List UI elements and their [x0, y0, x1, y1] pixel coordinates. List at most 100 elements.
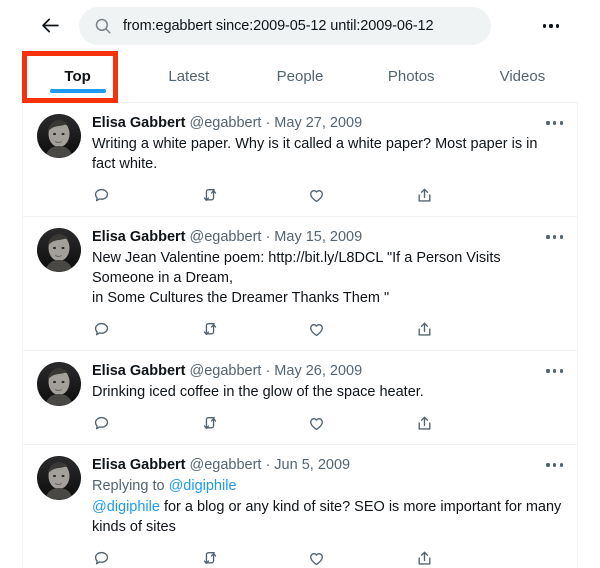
like-icon [310, 417, 323, 430]
tweet-date[interactable]: May 27, 2009 [274, 114, 362, 133]
retweet-icon [203, 551, 216, 564]
replying-to-mention[interactable]: @digiphile [169, 478, 237, 494]
tweet-item[interactable]: Elisa Gabbert @egabbert · May 15, 2009 N… [23, 217, 577, 351]
share-icon [418, 322, 430, 336]
tweet-more-options-button[interactable] [539, 113, 563, 133]
like-button[interactable] [307, 547, 415, 568]
retweet-button[interactable] [200, 547, 308, 568]
tweet-author-name[interactable]: Elisa Gabbert [92, 114, 185, 133]
replying-to-label: Replying to [92, 478, 169, 494]
share-button[interactable] [415, 412, 523, 434]
tweet-body: Elisa Gabbert @egabbert · May 27, 2009 W… [81, 114, 563, 216]
share-icon [418, 188, 430, 202]
share-button[interactable] [415, 184, 523, 206]
tweet-text: Writing a white paper. Why is it called … [92, 136, 542, 172]
like-button[interactable] [307, 318, 415, 340]
tweet-date[interactable]: May 26, 2009 [274, 362, 362, 381]
tweet-actions [92, 184, 522, 206]
tweet-text: Drinking iced coffee in the glow of the … [92, 384, 424, 400]
avatar[interactable] [37, 456, 81, 500]
tweet-actions [92, 318, 522, 340]
tweet-date[interactable]: Jun 5, 2009 [274, 456, 350, 475]
tab-people-label: People [276, 68, 324, 85]
share-button[interactable] [415, 547, 523, 568]
avatar[interactable] [37, 114, 81, 158]
twitter-search-results-page: from:egabbert since:2009-05-12 until:200… [0, 0, 600, 568]
tab-latest[interactable]: Latest [133, 51, 244, 102]
like-icon [310, 189, 323, 202]
tweet-author-name[interactable]: Elisa Gabbert [92, 456, 185, 475]
tab-videos[interactable]: Videos [467, 51, 578, 102]
tab-people[interactable]: People [244, 51, 355, 102]
tweet-text-body: for a blog or any kind of site? SEO is m… [92, 499, 566, 535]
reply-icon [94, 416, 109, 429]
reply-button[interactable] [92, 412, 200, 434]
tweet-header: Elisa Gabbert @egabbert · May 26, 2009 [92, 362, 563, 381]
like-button[interactable] [307, 184, 415, 206]
tweet-text: New Jean Valentine poem: http://bit.ly/L… [92, 250, 501, 306]
more-horizontal-icon [546, 463, 563, 467]
search-more-options-button[interactable] [536, 14, 566, 38]
more-horizontal-icon [546, 121, 563, 125]
tweet-more-options-button[interactable] [539, 361, 563, 381]
tweet-header: Elisa Gabbert @egabbert · Jun 5, 2009 [92, 456, 563, 475]
replying-to-line: Replying to @digiphile [92, 476, 563, 496]
tweet-header: Elisa Gabbert @egabbert · May 15, 2009 [92, 228, 563, 247]
tweet-actions [92, 547, 522, 568]
tweet-more-options-button[interactable] [539, 455, 563, 475]
retweet-icon [203, 322, 216, 335]
tweet-body: Elisa Gabbert @egabbert · Jun 5, 2009 Re… [81, 456, 563, 568]
retweet-icon [203, 416, 216, 429]
tab-photos-label: Photos [387, 68, 435, 85]
reply-button[interactable] [92, 318, 200, 340]
search-tabs: Top Latest People Photos Videos [22, 51, 578, 103]
tweet-author-handle[interactable]: @egabbert [189, 228, 261, 247]
back-arrow-icon [40, 15, 61, 36]
tab-videos-label: Videos [499, 68, 546, 85]
tweet-header-separator: · [265, 457, 271, 473]
tweet-author-handle[interactable]: @egabbert [189, 114, 261, 133]
tweet-author-name[interactable]: Elisa Gabbert [92, 362, 185, 381]
tweet-mention[interactable]: @digiphile [92, 499, 160, 515]
reply-icon [94, 322, 109, 335]
tweet-date[interactable]: May 15, 2009 [274, 228, 362, 247]
search-header: from:egabbert since:2009-05-12 until:200… [0, 0, 600, 51]
tab-active-indicator [49, 89, 106, 93]
tweet-header: Elisa Gabbert @egabbert · May 27, 2009 [92, 114, 563, 133]
tweet-item[interactable]: Elisa Gabbert @egabbert · Jun 5, 2009 Re… [23, 445, 577, 568]
reply-button[interactable] [92, 184, 200, 206]
tweet-item[interactable]: Elisa Gabbert @egabbert · May 27, 2009 W… [23, 103, 577, 217]
tweet-actions [92, 412, 522, 434]
tweet-author-handle[interactable]: @egabbert [189, 456, 261, 475]
tab-photos[interactable]: Photos [356, 51, 467, 102]
retweet-button[interactable] [200, 184, 308, 206]
retweet-button[interactable] [200, 412, 308, 434]
tab-top[interactable]: Top [22, 51, 133, 102]
tweet-item[interactable]: Elisa Gabbert @egabbert · May 26, 2009 D… [23, 351, 577, 445]
retweet-icon [203, 188, 216, 201]
tweet-more-options-button[interactable] [539, 227, 563, 247]
tweet-body: Elisa Gabbert @egabbert · May 26, 2009 D… [81, 362, 563, 444]
tab-top-label: Top [64, 68, 91, 85]
avatar[interactable] [37, 362, 81, 406]
like-button[interactable] [307, 412, 415, 434]
share-icon [418, 551, 430, 565]
search-input-value: from:egabbert since:2009-05-12 until:200… [123, 17, 434, 34]
retweet-button[interactable] [200, 318, 308, 340]
tweet-body: Elisa Gabbert @egabbert · May 15, 2009 N… [81, 228, 563, 350]
reply-button[interactable] [92, 547, 200, 568]
tweet-header-separator: · [265, 115, 271, 131]
share-icon [418, 416, 430, 430]
tweet-author-name[interactable]: Elisa Gabbert [92, 228, 185, 247]
more-horizontal-icon [546, 369, 563, 373]
search-icon [93, 16, 112, 35]
back-button[interactable] [33, 9, 67, 43]
reply-icon [94, 188, 109, 201]
tweet-author-handle[interactable]: @egabbert [189, 362, 261, 381]
share-button[interactable] [415, 318, 523, 340]
avatar[interactable] [37, 228, 81, 272]
search-input[interactable]: from:egabbert since:2009-05-12 until:200… [79, 6, 491, 45]
search-results-feed: Elisa Gabbert @egabbert · May 27, 2009 W… [22, 103, 578, 568]
tweet-text: @digiphile for a blog or any kind of sit… [92, 497, 563, 537]
tab-latest-label: Latest [168, 68, 210, 85]
